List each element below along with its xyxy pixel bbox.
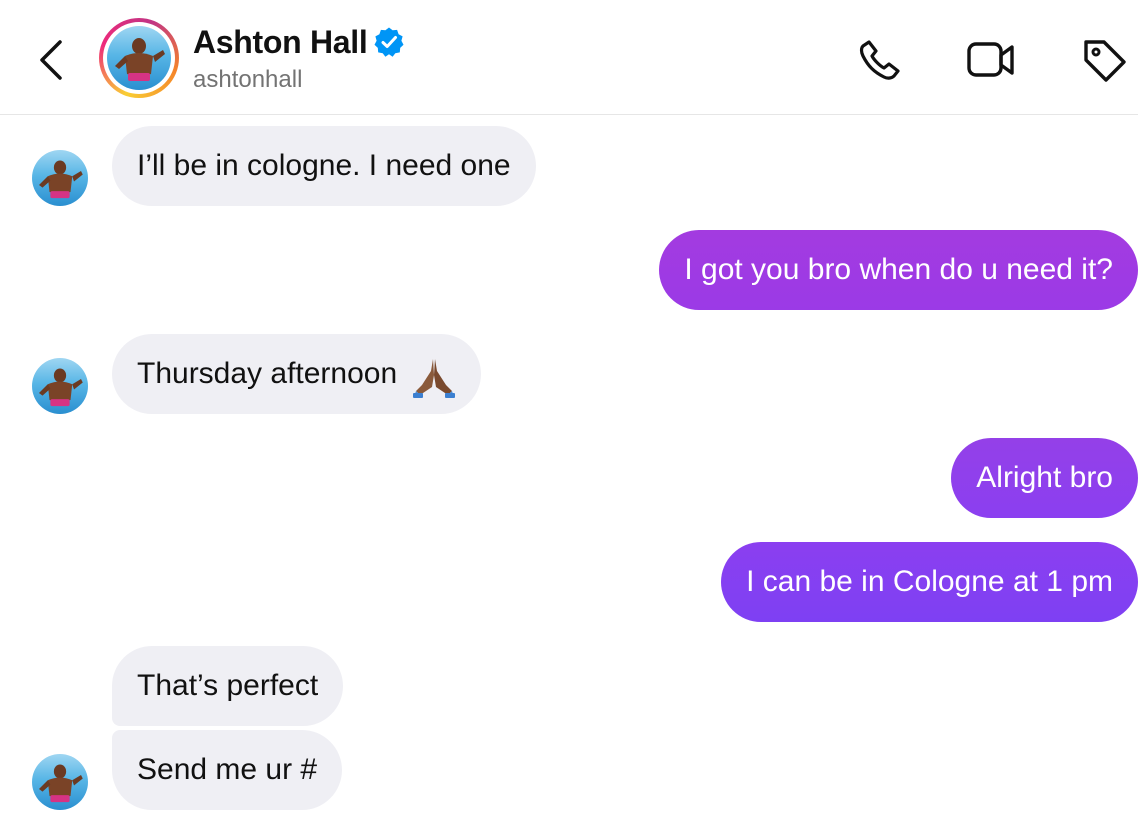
message-bubble-sent[interactable]: Alright bro <box>951 438 1138 518</box>
contact-avatar[interactable] <box>99 18 179 98</box>
message-text: I got you bro when do u need it? <box>684 253 1113 286</box>
message-bubble-received[interactable]: Send me ur # <box>112 730 343 810</box>
message-bubble-received[interactable]: Thursday afternoon <box>112 334 481 414</box>
message-text: That’s perfect <box>137 669 319 702</box>
message-text: I’ll be in cologne. I need one <box>137 149 511 182</box>
phone-icon <box>859 40 900 80</box>
chevron-left-icon <box>40 40 62 80</box>
video-call-button[interactable] <box>966 36 1014 84</box>
message-bubble-received[interactable]: That’s perfect <box>112 646 344 726</box>
message-text: Send me ur # <box>137 753 318 786</box>
chat-header: Ashton Hall ashtonhall <box>0 0 1138 115</box>
contact-name: Ashton Hall <box>193 23 368 60</box>
sender-avatar[interactable] <box>32 358 88 414</box>
contact-name-row[interactable]: Ashton Hall <box>193 22 405 62</box>
back-button[interactable] <box>32 36 72 84</box>
video-camera-icon <box>967 42 1014 77</box>
avatar-photo <box>107 26 171 90</box>
message-text: Thursday afternoon <box>137 357 398 390</box>
folded-hands-emoji <box>412 350 456 399</box>
message-text: I can be in Cologne at 1 pm <box>746 565 1113 598</box>
message-bubble-received[interactable]: I’ll be in cologne. I need one <box>112 126 536 206</box>
call-button[interactable] <box>855 36 903 84</box>
message-bubble-sent[interactable]: I can be in Cologne at 1 pm <box>721 542 1138 622</box>
message-text: Alright bro <box>976 461 1113 494</box>
sender-avatar[interactable] <box>32 150 88 206</box>
sender-avatar[interactable] <box>32 754 88 810</box>
tag-button[interactable] <box>1080 36 1128 84</box>
message-bubble-sent[interactable]: I got you bro when do u need it? <box>659 230 1138 310</box>
tag-icon <box>1084 40 1126 82</box>
contact-username: ashtonhall <box>193 66 303 93</box>
verified-badge-icon <box>373 26 405 58</box>
